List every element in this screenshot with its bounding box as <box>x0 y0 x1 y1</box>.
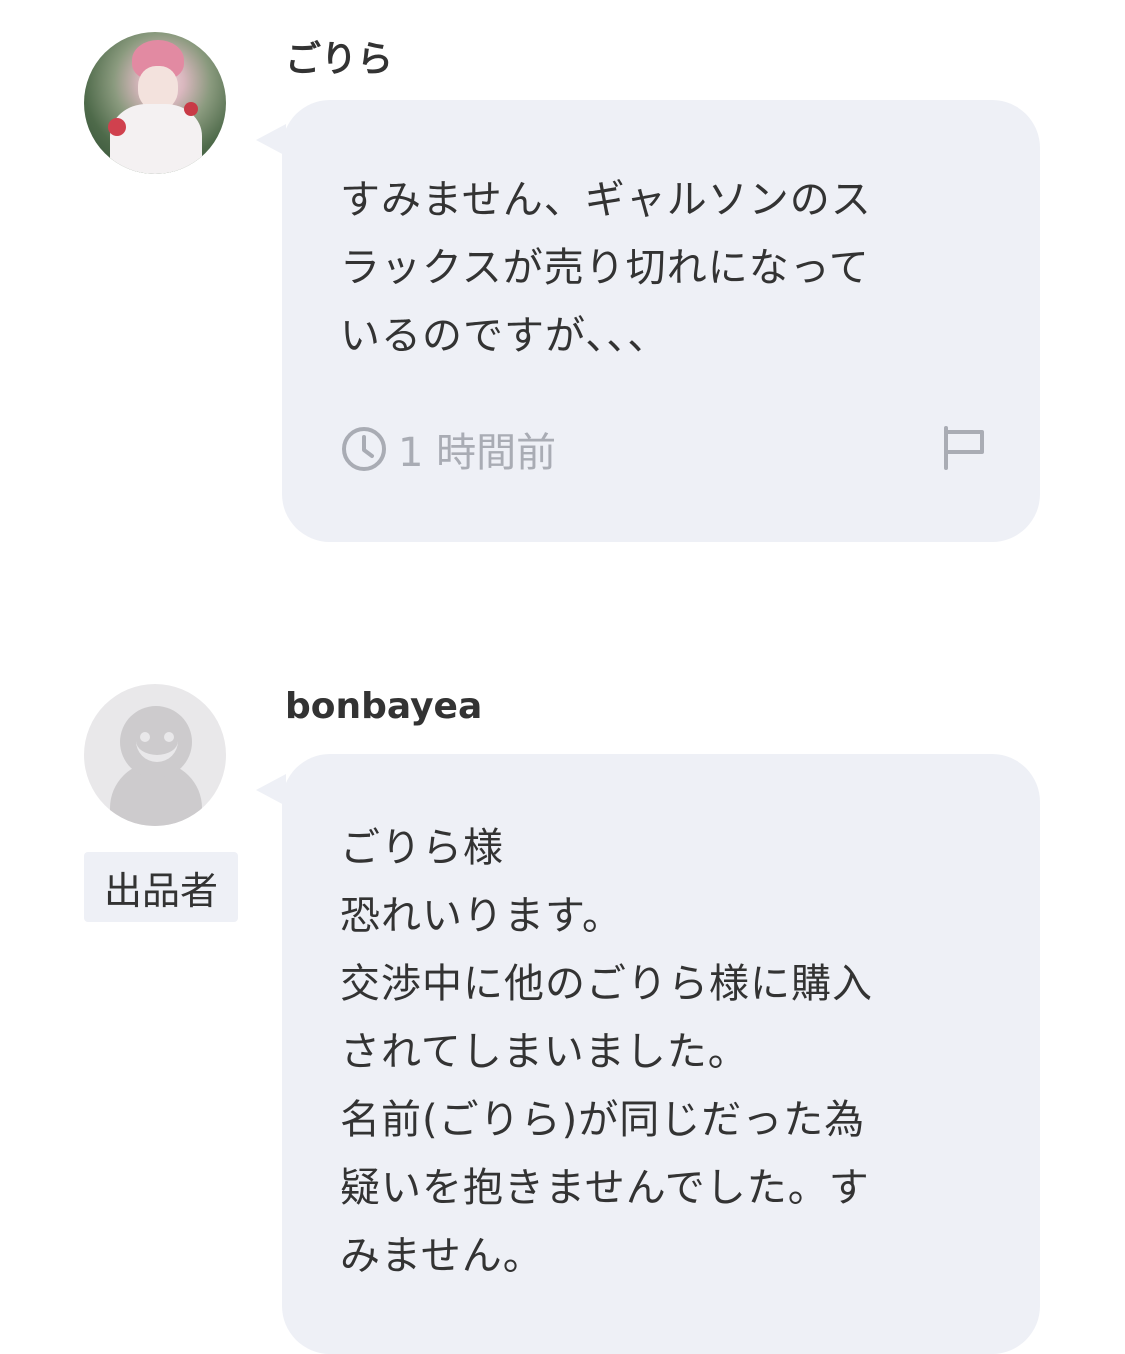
comment-message: ごりら様 恐れいります。 交渉中に他のごりら様に購入 されてしまいました。 名前… <box>340 825 873 1279</box>
user-avatar-gorira[interactable] <box>84 32 226 174</box>
time-label: 1 時間前 <box>398 430 557 476</box>
comment-message: すみません、ギャルソンのス ラックスが売り切れになって いるのですが、、、 <box>340 177 872 359</box>
avatar-photo-flower <box>184 102 198 116</box>
comment-username[interactable]: bonbayea <box>285 686 482 727</box>
comment-timestamp: 1 時間前 <box>340 420 556 478</box>
comment-bubble: ごりら様 恐れいります。 交渉中に他のごりら様に購入 されてしまいました。 名前… <box>282 754 1040 1354</box>
user-avatar-default[interactable] <box>84 684 226 826</box>
comment-bubble: すみません、ギャルソンのス ラックスが売り切れになって いるのですが、、、 1 … <box>282 100 1040 542</box>
comment-username[interactable]: ごりら <box>285 30 393 82</box>
clock-icon <box>342 427 386 471</box>
seller-badge: 出品者 <box>84 852 238 922</box>
flag-icon[interactable] <box>938 422 988 472</box>
avatar-photo-flower <box>108 118 126 136</box>
